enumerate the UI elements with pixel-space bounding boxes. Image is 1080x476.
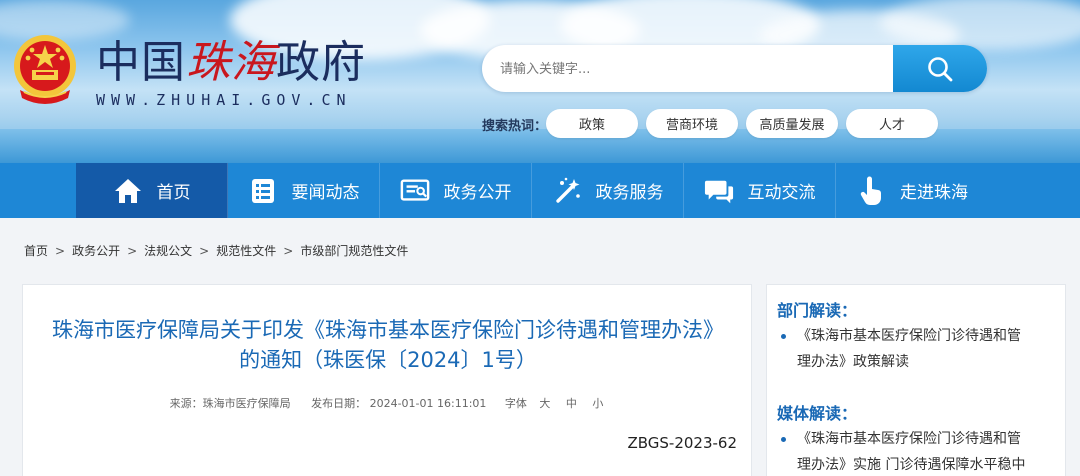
site-logo-title[interactable]: 中国珠海政府: [96, 38, 366, 88]
logo-text-zhuhai: 珠海: [186, 37, 276, 88]
font-size-large-button[interactable]: 大: [539, 397, 550, 410]
link-text: 《珠海市基本医疗保险门诊待遇和管: [797, 328, 1021, 344]
nav-label: 要闻动态: [291, 183, 360, 203]
media-interpretation-link[interactable]: 《珠海市基本医疗保险门诊待遇和管 理办法》实施 门诊待遇保障水平稳中: [781, 426, 1051, 476]
interpretation-sidebar: 部门解读： 《珠海市基本医疗保险门诊待遇和管 理办法》政策解读 媒体解读： 《珠…: [766, 284, 1066, 476]
breadcrumb-separator: >: [127, 243, 138, 258]
nav-item-news[interactable]: 要闻动态: [228, 163, 380, 218]
nav-item-gov-services[interactable]: 政务服务: [532, 163, 684, 218]
hot-tag-business-environment[interactable]: 营商环境: [646, 109, 738, 138]
nav-item-interaction[interactable]: 互动交流: [684, 163, 836, 218]
nav-item-gov-affairs-open[interactable]: 政务公开: [380, 163, 532, 218]
article-meta: 来源：珠海市医疗保障局 发布日期： 2024-01-01 16:11:01 字体…: [23, 395, 753, 411]
nav-label: 政务服务: [595, 183, 664, 203]
document-code: ZBGS-2023-62: [627, 434, 737, 452]
nav-label: 互动交流: [747, 183, 816, 203]
article-title-line: 珠海市医疗保障局关于印发《珠海市基本医疗保险门诊待遇和管理办法》: [52, 318, 724, 342]
link-text: 《珠海市基本医疗保险门诊待遇和管: [797, 431, 1021, 447]
bullet-icon: [781, 334, 786, 339]
breadcrumb-home[interactable]: 首页: [24, 242, 48, 259]
home-icon: [113, 176, 143, 206]
search-bar: [482, 45, 987, 92]
breadcrumb-city-dept-normative-docs[interactable]: 市级部门规范性文件: [300, 242, 408, 259]
font-size-medium-button[interactable]: 中: [566, 397, 577, 410]
link-text: 理办法》政策解读: [797, 354, 909, 370]
main-nav: 首页 要闻动态 政务公开 政务服务 互动交流 走进珠海: [0, 163, 1080, 218]
nav-label: 走进珠海: [900, 183, 968, 203]
search-input[interactable]: [500, 57, 880, 81]
site-header: 中国珠海政府 WWW.ZHUHAI.GOV.CN 搜索热词： 政策 营商环境 高…: [0, 0, 1080, 163]
dept-interpretation-heading: 部门解读：: [777, 301, 858, 320]
hot-tag-high-quality-development[interactable]: 高质量发展: [746, 109, 838, 138]
service-wand-icon: [552, 176, 582, 206]
hot-tag-talent[interactable]: 人才: [846, 109, 938, 138]
hot-search-label: 搜索热词：: [482, 119, 548, 134]
font-size-small-button[interactable]: 小: [592, 397, 603, 410]
nav-label: 政务公开: [443, 183, 512, 203]
nav-item-explore-zhuhai[interactable]: 走进珠海: [836, 163, 988, 218]
article-title: 珠海市医疗保障局关于印发《珠海市基本医疗保险门诊待遇和管理办法》 的通知（珠医保…: [23, 315, 753, 375]
national-emblem-icon: [14, 35, 76, 104]
breadcrumb: 首页 > 政务公开 > 法规公文 > 规范性文件 > 市级部门规范性文件: [24, 242, 408, 259]
hand-pointer-icon: [856, 176, 886, 206]
bullet-icon: [781, 437, 786, 442]
logo-text-government: 政府: [276, 37, 366, 88]
document-icon: [400, 176, 430, 206]
breadcrumb-separator: >: [283, 243, 294, 258]
site-domain: WWW.ZHUHAI.GOV.CN: [96, 91, 352, 109]
breadcrumb-separator: >: [199, 243, 210, 258]
search-button[interactable]: [893, 45, 987, 92]
breadcrumb-normative-docs[interactable]: 规范性文件: [216, 242, 276, 259]
search-icon: [928, 56, 953, 81]
nav-label: 首页: [156, 183, 191, 203]
hot-tag-policy[interactable]: 政策: [546, 109, 638, 138]
font-size-label: 字体: [504, 397, 527, 410]
breadcrumb-regulations[interactable]: 法规公文: [144, 242, 192, 259]
dept-interpretation-link[interactable]: 《珠海市基本医疗保险门诊待遇和管 理办法》政策解读: [781, 323, 1051, 375]
nav-item-home[interactable]: 首页: [76, 163, 228, 218]
article-panel: 珠海市医疗保障局关于印发《珠海市基本医疗保险门诊待遇和管理办法》 的通知（珠医保…: [22, 284, 752, 476]
media-interpretation-heading: 媒体解读：: [777, 404, 858, 423]
article-title-line: 的通知（珠医保〔2024〕1号）: [239, 348, 537, 372]
link-text: 理办法》实施 门诊待遇保障水平稳中: [797, 457, 1026, 473]
breadcrumb-gov-affairs-open[interactable]: 政务公开: [72, 242, 120, 259]
chat-bubble-icon: [704, 176, 734, 206]
breadcrumb-separator: >: [55, 243, 66, 258]
logo-text-china: 中国: [96, 37, 186, 88]
article-source: 来源：珠海市医疗保障局: [169, 397, 291, 410]
news-list-icon: [248, 176, 278, 206]
article-publish-date: 发布日期： 2024-01-01 16:11:01: [311, 397, 487, 410]
